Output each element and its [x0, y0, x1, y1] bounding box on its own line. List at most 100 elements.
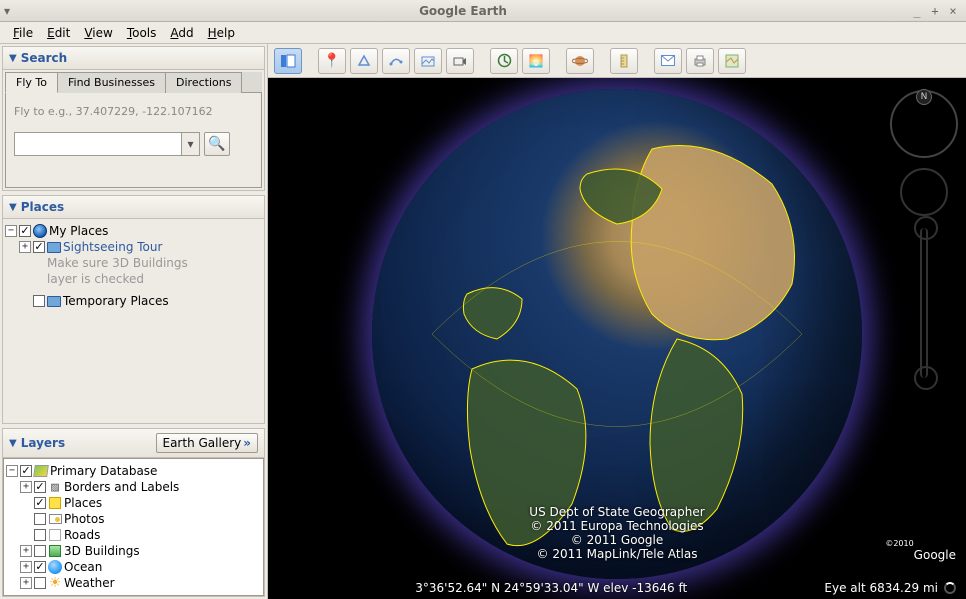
menu-file[interactable]: File — [6, 24, 40, 42]
hint-text: layer is checked — [47, 272, 144, 286]
attribution-line: © 2011 MapLink/Tele Atlas — [268, 547, 966, 561]
titlebar: ▾ Google Earth _ + × — [0, 0, 966, 22]
tab-find-businesses[interactable]: Find Businesses — [57, 72, 166, 93]
maximize-button[interactable]: + — [926, 2, 944, 20]
checkbox[interactable] — [19, 225, 31, 237]
checkbox[interactable] — [33, 241, 45, 253]
nav-pan[interactable] — [900, 168, 948, 216]
node-label: Places — [64, 496, 102, 510]
expander-icon[interactable]: + — [20, 577, 32, 589]
expander-icon[interactable]: − — [5, 225, 17, 237]
tree-row-temporary[interactable]: Temporary Places — [5, 293, 262, 309]
tree-row-my-places[interactable]: − My Places — [5, 223, 262, 239]
weather-icon: ☀ — [48, 576, 62, 590]
attribution-line: © 2011 Google — [268, 533, 966, 547]
map-viewport[interactable]: US Dept of State Geographer © 2011 Europ… — [268, 78, 966, 599]
tree-row-ocean[interactable]: + Ocean — [6, 559, 261, 575]
toggle-sidebar-button[interactable] — [274, 48, 302, 74]
view-in-maps-button[interactable] — [718, 48, 746, 74]
tree-hint-row: layer is checked — [5, 271, 262, 287]
ocean-icon — [48, 560, 62, 574]
node-label: 3D Buildings — [64, 544, 140, 558]
tree-row-roads[interactable]: Roads — [6, 527, 261, 543]
status-eye-alt: Eye alt 6834.29 mi — [824, 581, 938, 595]
node-label: Sightseeing Tour — [63, 240, 162, 254]
add-path-button[interactable] — [382, 48, 410, 74]
flyto-input[interactable] — [15, 134, 181, 154]
tree-row-primary-db[interactable]: − Primary Database — [6, 463, 261, 479]
checkbox[interactable] — [34, 561, 46, 573]
nav-compass[interactable] — [890, 90, 958, 158]
collapse-icon: ▼ — [9, 438, 17, 449]
flyto-combo[interactable]: ▾ — [14, 132, 200, 156]
tree-row-sightseeing[interactable]: + Sightseeing Tour — [5, 239, 262, 255]
tree-row-3d-buildings[interactable]: + 3D Buildings — [6, 543, 261, 559]
tree-row-weather[interactable]: + ☀ Weather — [6, 575, 261, 591]
expander-icon[interactable]: + — [20, 481, 32, 493]
tree-row-photos[interactable]: Photos — [6, 511, 261, 527]
checkbox[interactable] — [34, 545, 46, 557]
menu-add[interactable]: Add — [163, 24, 200, 42]
roads-icon — [48, 528, 62, 542]
search-button[interactable]: 🔍 — [204, 132, 230, 156]
menu-edit[interactable]: Edit — [40, 24, 77, 42]
checkbox[interactable] — [34, 529, 46, 541]
status-coords: 3°36'52.64" N 24°59'33.04" W elev -13646… — [415, 581, 687, 595]
database-icon — [34, 464, 48, 478]
layers-panel-header[interactable]: ▼ Layers Earth Gallery » — [3, 429, 264, 458]
node-label: Temporary Places — [63, 294, 169, 308]
menu-tools[interactable]: Tools — [120, 24, 164, 42]
collapse-icon: ▼ — [9, 53, 17, 64]
checkbox[interactable] — [34, 497, 46, 509]
flyto-hint: Fly to e.g., 37.407229, -122.107162 — [14, 105, 253, 118]
ruler-button[interactable] — [610, 48, 638, 74]
close-button[interactable]: × — [944, 2, 962, 20]
places-panel-header[interactable]: ▼ Places — [3, 196, 264, 219]
logo-year: ©2010 — [885, 539, 913, 548]
search-panel-title: Search — [21, 51, 67, 65]
attribution: US Dept of State Geographer © 2011 Europ… — [268, 505, 966, 561]
places-panel-title: Places — [21, 200, 64, 214]
expander-icon[interactable]: + — [20, 545, 32, 557]
add-placemark-button[interactable]: 📍 — [318, 48, 346, 74]
node-label: Photos — [64, 512, 104, 526]
search-panel: ▼ Search Fly To Find Businesses Directio… — [2, 46, 265, 191]
email-button[interactable] — [654, 48, 682, 74]
minimize-button[interactable]: _ — [908, 2, 926, 20]
tree-row-places[interactable]: Places — [6, 495, 261, 511]
checkbox[interactable] — [20, 465, 32, 477]
earth-gallery-button[interactable]: Earth Gallery » — [156, 433, 259, 453]
system-menu-icon[interactable]: ▾ — [4, 4, 18, 18]
checkbox[interactable] — [34, 577, 46, 589]
tab-flyto[interactable]: Fly To — [5, 72, 58, 93]
sunlight-button[interactable]: 🌅 — [522, 48, 550, 74]
toolbar: 📍 🌅 — [268, 44, 966, 78]
menu-view[interactable]: View — [77, 24, 119, 42]
expander-icon[interactable]: + — [20, 561, 32, 573]
record-tour-button[interactable] — [446, 48, 474, 74]
tab-directions[interactable]: Directions — [165, 72, 242, 93]
planets-button[interactable] — [566, 48, 594, 74]
add-image-overlay-button[interactable] — [414, 48, 442, 74]
menu-help[interactable]: Help — [201, 24, 242, 42]
menubar: File Edit View Tools Add Help — [0, 22, 966, 44]
nav-zoom-slider[interactable] — [920, 228, 928, 378]
status-bar: 3°36'52.64" N 24°59'33.04" W elev -13646… — [268, 581, 966, 595]
historical-imagery-button[interactable] — [490, 48, 518, 74]
logo-brand: Google — [914, 548, 956, 562]
buildings-icon — [48, 544, 62, 558]
checkbox[interactable] — [34, 513, 46, 525]
places-panel: ▼ Places − My Places + Sightseeing Tour — [2, 195, 265, 424]
tree-row-borders[interactable]: + ▨ Borders and Labels — [6, 479, 261, 495]
search-panel-header[interactable]: ▼ Search — [3, 47, 264, 70]
checkbox[interactable] — [34, 481, 46, 493]
expander-icon[interactable]: − — [6, 465, 18, 477]
flyto-dropdown-icon[interactable]: ▾ — [181, 133, 199, 155]
node-label: Borders and Labels — [64, 480, 179, 494]
print-button[interactable] — [686, 48, 714, 74]
checkbox[interactable] — [33, 295, 45, 307]
expander-icon[interactable]: + — [19, 241, 31, 253]
tree-hint-row: Make sure 3D Buildings — [5, 255, 262, 271]
folder-icon — [47, 240, 61, 254]
add-polygon-button[interactable] — [350, 48, 378, 74]
